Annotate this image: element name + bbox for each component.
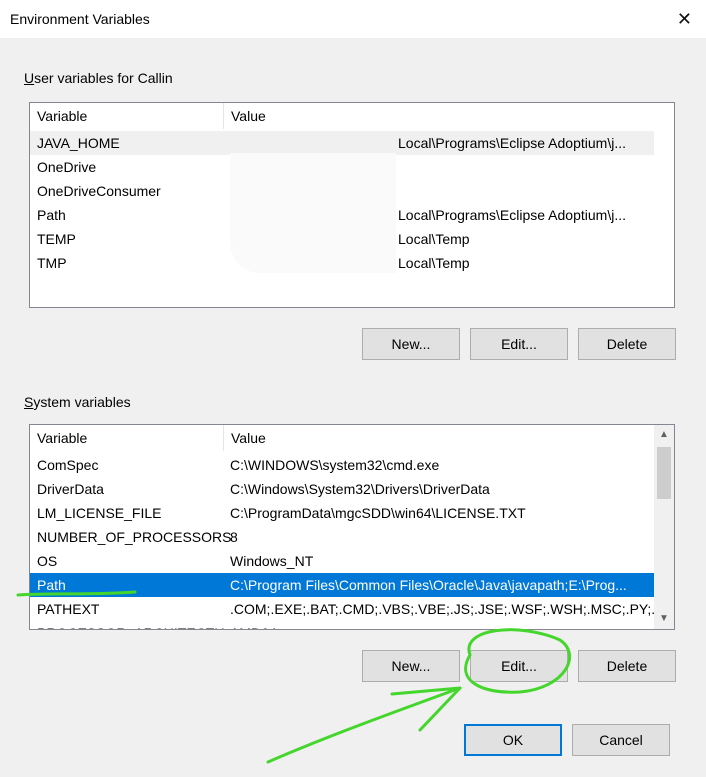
table-row[interactable]: JAVA_HOME Local\Programs\Eclipse Adoptiu…: [30, 131, 654, 155]
row-value: C:\Windows\System32\Drivers\DriverData: [230, 481, 490, 497]
row-variable: Path: [37, 207, 66, 223]
user-edit-button[interactable]: Edit...: [470, 328, 568, 360]
row-variable: OneDriveConsumer: [37, 183, 161, 199]
table-row[interactable]: PATHEXT .COM;.EXE;.BAT;.CMD;.VBS;.VBE;.J…: [30, 597, 674, 621]
row-value: Local\Programs\Eclipse Adoptium\j...: [398, 207, 626, 223]
user-new-button[interactable]: New...: [362, 328, 460, 360]
row-variable: ComSpec: [37, 457, 99, 473]
row-value: C:\ProgramData\mgcSDD\win64\LICENSE.TXT: [230, 505, 526, 521]
table-row[interactable]: OS Windows_NT: [30, 549, 654, 573]
row-value: C:\WINDOWS\system32\cmd.exe: [230, 457, 440, 473]
column-header-value[interactable]: Value: [224, 103, 664, 129]
row-variable: OneDrive: [37, 159, 97, 175]
row-variable: NUMBER_OF_PROCESSORS: [37, 529, 232, 545]
column-header-variable[interactable]: Variable: [30, 103, 224, 129]
row-variable: PROCESSOR_ARCHITECTU...: [37, 621, 236, 629]
arrow-shaft-annotation: [266, 686, 462, 764]
row-variable: LM_LICENSE_FILE: [37, 505, 162, 521]
row-value: Local\Temp: [398, 231, 470, 247]
system-edit-button[interactable]: Edit...: [470, 650, 568, 682]
vertical-scrollbar[interactable]: ▲ ▼: [654, 425, 674, 629]
arrow-head-annotation: [390, 686, 462, 732]
system-variables-list[interactable]: Variable Value ComSpec C:\WINDOWS\system…: [29, 424, 675, 630]
table-row[interactable]: LM_LICENSE_FILE C:\ProgramData\mgcSDD\wi…: [30, 501, 654, 525]
title-bar: Environment Variables ✕: [0, 0, 706, 38]
row-value: 8: [230, 529, 238, 545]
user-delete-button[interactable]: Delete: [578, 328, 676, 360]
row-variable: PATHEXT: [37, 601, 100, 617]
table-row[interactable]: ComSpec C:\WINDOWS\system32\cmd.exe: [30, 453, 654, 477]
row-variable: OS: [37, 553, 58, 569]
ok-button[interactable]: OK: [464, 724, 562, 756]
table-row[interactable]: DriverData C:\Windows\System32\Drivers\D…: [30, 477, 654, 501]
row-variable: TMP: [37, 255, 67, 271]
row-variable: DriverData: [37, 481, 104, 497]
chevron-up-icon[interactable]: ▲: [654, 425, 674, 445]
table-row[interactable]: PROCESSOR_ARCHITECTU... AMD64: [30, 621, 654, 629]
column-header-value[interactable]: Value: [224, 425, 664, 451]
table-row[interactable]: NUMBER_OF_PROCESSORS 8: [30, 525, 654, 549]
row-variable: Path: [37, 577, 66, 593]
close-icon[interactable]: ✕: [677, 9, 692, 30]
row-value: C:\Program Files\Common Files\Oracle\Jav…: [230, 577, 627, 593]
user-variables-list[interactable]: Variable Value JAVA_HOME Local\Programs\…: [29, 102, 675, 308]
row-value: Windows_NT: [230, 553, 314, 569]
system-new-button[interactable]: New...: [362, 650, 460, 682]
scrollbar-thumb[interactable]: [657, 447, 671, 499]
list-header: Variable Value: [30, 425, 674, 451]
row-value: Local\Programs\Eclipse Adoptium\j...: [398, 135, 626, 151]
redacted-area: [230, 153, 396, 273]
chevron-down-icon[interactable]: ▼: [654, 609, 674, 629]
row-value: Local\Temp: [398, 255, 470, 271]
row-value: AMD64: [230, 621, 277, 629]
system-variables-label: System variables: [24, 394, 131, 410]
list-header: Variable Value: [30, 103, 674, 129]
window-title: Environment Variables: [10, 11, 150, 27]
cancel-button[interactable]: Cancel: [572, 724, 670, 756]
row-variable: JAVA_HOME: [37, 135, 120, 151]
system-delete-button[interactable]: Delete: [578, 650, 676, 682]
column-header-variable[interactable]: Variable: [30, 425, 224, 451]
table-row-selected[interactable]: Path C:\Program Files\Common Files\Oracl…: [30, 573, 654, 597]
row-value: .COM;.EXE;.BAT;.CMD;.VBS;.VBE;.JS;.JSE;.…: [230, 601, 675, 617]
user-variables-label: User variables for Callin: [24, 70, 173, 86]
row-variable: TEMP: [37, 231, 76, 247]
